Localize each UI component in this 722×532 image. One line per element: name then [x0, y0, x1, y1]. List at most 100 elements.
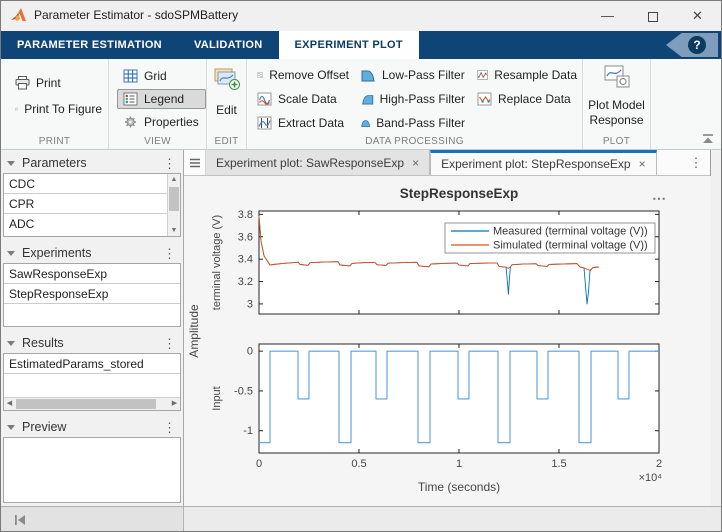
kebab-menu-icon[interactable]: ⋮: [160, 337, 179, 350]
section-label-edit: EDIT: [207, 136, 246, 147]
low-pass-filter-button[interactable]: Low-Pass Filter: [355, 65, 471, 85]
results-panel-header: Results ⋮: [1, 333, 183, 353]
svg-text:0.5: 0.5: [351, 458, 366, 470]
maximize-button[interactable]: [630, 1, 675, 31]
status-bar-left: [1, 507, 184, 532]
matlab-logo-icon: [10, 7, 28, 25]
document-tab-bar: Experiment plot: SawResponseExp × Experi…: [184, 150, 710, 176]
section-label-print: PRINT: [1, 136, 108, 147]
band-pass-filter-button[interactable]: Band-Pass Filter: [355, 113, 471, 133]
print-button[interactable]: Print: [9, 73, 108, 93]
remove-offset-button[interactable]: Remove Offset: [251, 65, 355, 85]
print-to-figure-button[interactable]: Print To Figure: [9, 99, 108, 119]
edit-button[interactable]: Edit: [207, 67, 246, 117]
collapse-triangle-icon[interactable]: [7, 251, 15, 256]
tab-validation[interactable]: VALIDATION: [178, 31, 279, 59]
svg-text:Amplitude: Amplitude: [187, 304, 201, 358]
plot-options-icon[interactable]: ⋯: [652, 190, 667, 207]
svg-text:1.5: 1.5: [551, 458, 566, 470]
list-item[interactable]: ADC: [4, 214, 172, 234]
list-item[interactable]: CDC: [4, 174, 172, 194]
grid-icon: [123, 69, 138, 83]
close-button[interactable]: ✕: [675, 1, 720, 31]
title-bar: Parameter Estimator - sdoSPMBattery — ✕: [1, 1, 721, 31]
preview-box: [3, 437, 181, 503]
list-item[interactable]: CPR: [4, 194, 172, 214]
figure-area: StepResponseExp ⋯ 33.23.43.63.8terminal …: [184, 176, 711, 506]
kebab-menu-icon[interactable]: ⋮: [160, 421, 179, 434]
right-gutter: [712, 150, 722, 506]
panel-title: Parameters: [22, 156, 160, 170]
scrollbar-thumb[interactable]: [16, 399, 156, 409]
results-list: EstimatedParams_stored ◀ ▶: [3, 353, 181, 411]
scale-data-button[interactable]: Scale Data: [251, 89, 355, 109]
properties-button[interactable]: Properties: [117, 112, 206, 132]
kebab-menu-icon[interactable]: ⋮: [160, 247, 179, 260]
tab-list-button[interactable]: [184, 150, 206, 175]
plot-model-response-button[interactable]: Plot Model Response: [583, 65, 650, 128]
svg-text:3.2: 3.2: [238, 276, 253, 288]
tab-parameter-estimation[interactable]: PARAMETER ESTIMATION: [1, 31, 178, 59]
experiments-list: SawResponseExp StepResponseExp: [3, 263, 181, 327]
scroll-up-icon[interactable]: ▲: [168, 174, 180, 185]
legend-button[interactable]: Legend: [117, 89, 206, 109]
legend-icon: [123, 92, 138, 106]
doc-tab-step-response[interactable]: Experiment plot: StepResponseExp ×: [430, 150, 656, 175]
svg-text:1: 1: [456, 458, 462, 470]
minimize-button[interactable]: —: [585, 1, 630, 31]
svg-text:Simulated (terminal voltage (V: Simulated (terminal voltage (V)): [493, 240, 648, 252]
tab-experiment-plot[interactable]: EXPERIMENT PLOT: [279, 31, 419, 59]
close-tab-icon[interactable]: ×: [639, 157, 646, 171]
collapse-triangle-icon[interactable]: [7, 341, 15, 346]
properties-gear-icon: [123, 115, 138, 129]
print-to-figure-icon: [15, 102, 18, 116]
svg-text:3.6: 3.6: [238, 231, 253, 243]
plots-canvas: 33.23.43.63.8terminal voltage (V)Amplitu…: [184, 176, 711, 506]
collapse-ribbon-icon[interactable]: [701, 133, 715, 145]
svg-text:×10⁴: ×10⁴: [639, 472, 663, 484]
extract-data-button[interactable]: Extract Data: [251, 113, 355, 133]
sidebar: Parameters ⋮ CDC CPR ADC ▲ ▼ Experiments…: [1, 150, 184, 506]
svg-text:Time (seconds): Time (seconds): [418, 480, 500, 494]
collapse-triangle-icon[interactable]: [7, 161, 15, 166]
horizontal-scrollbar[interactable]: ◀ ▶: [4, 397, 180, 410]
svg-text:0: 0: [247, 346, 253, 358]
scroll-left-icon[interactable]: ◀: [4, 398, 15, 410]
experiments-panel-header: Experiments ⋮: [1, 243, 183, 263]
svg-text:Measured (terminal voltage (V): Measured (terminal voltage (V)): [493, 226, 648, 238]
band-pass-filter-icon: [361, 116, 370, 130]
replace-data-button[interactable]: Replace Data: [471, 89, 583, 109]
resample-data-button[interactable]: Resample Data: [471, 65, 583, 85]
close-tab-icon[interactable]: ×: [412, 156, 419, 170]
scroll-right-icon[interactable]: ▶: [169, 398, 180, 410]
svg-text:0: 0: [256, 458, 262, 470]
scroll-down-icon[interactable]: ▼: [168, 225, 180, 236]
list-item[interactable]: StepResponseExp: [4, 284, 180, 304]
tab-actions-kebab-icon[interactable]: ⋮: [682, 150, 710, 175]
edit-plot-icon: [213, 67, 241, 91]
collapse-sidebar-icon[interactable]: [13, 514, 27, 526]
low-pass-filter-icon: [361, 68, 376, 82]
extract-data-icon: [257, 116, 272, 130]
ribbon-tab-strip: PARAMETER ESTIMATION VALIDATION EXPERIME…: [1, 31, 721, 59]
preview-panel-header: Preview ⋮: [1, 417, 183, 437]
resample-data-icon: [477, 68, 488, 82]
collapse-triangle-icon[interactable]: [7, 425, 15, 430]
maximize-icon: [648, 12, 658, 22]
list-item[interactable]: SawResponseExp: [4, 264, 180, 284]
svg-text:terminal voltage (V): terminal voltage (V): [211, 215, 223, 310]
kebab-menu-icon[interactable]: ⋮: [160, 157, 179, 170]
section-label-data-processing: DATA PROCESSING: [247, 136, 582, 147]
high-pass-filter-button[interactable]: High-Pass Filter: [355, 89, 471, 109]
vertical-scrollbar[interactable]: ▲ ▼: [167, 174, 180, 236]
list-item[interactable]: EstimatedParams_stored: [4, 354, 180, 374]
help-button[interactable]: ?: [666, 33, 718, 57]
status-bar: [1, 506, 721, 532]
print-icon: [15, 76, 30, 90]
scrollbar-thumb[interactable]: [169, 187, 179, 211]
svg-text:Input: Input: [211, 386, 223, 410]
section-print: Print Print To Figure PRINT: [1, 59, 109, 149]
doc-tab-saw-response[interactable]: Experiment plot: SawResponseExp ×: [206, 150, 430, 175]
grid-button[interactable]: Grid: [117, 66, 206, 86]
svg-text:2: 2: [656, 458, 662, 470]
